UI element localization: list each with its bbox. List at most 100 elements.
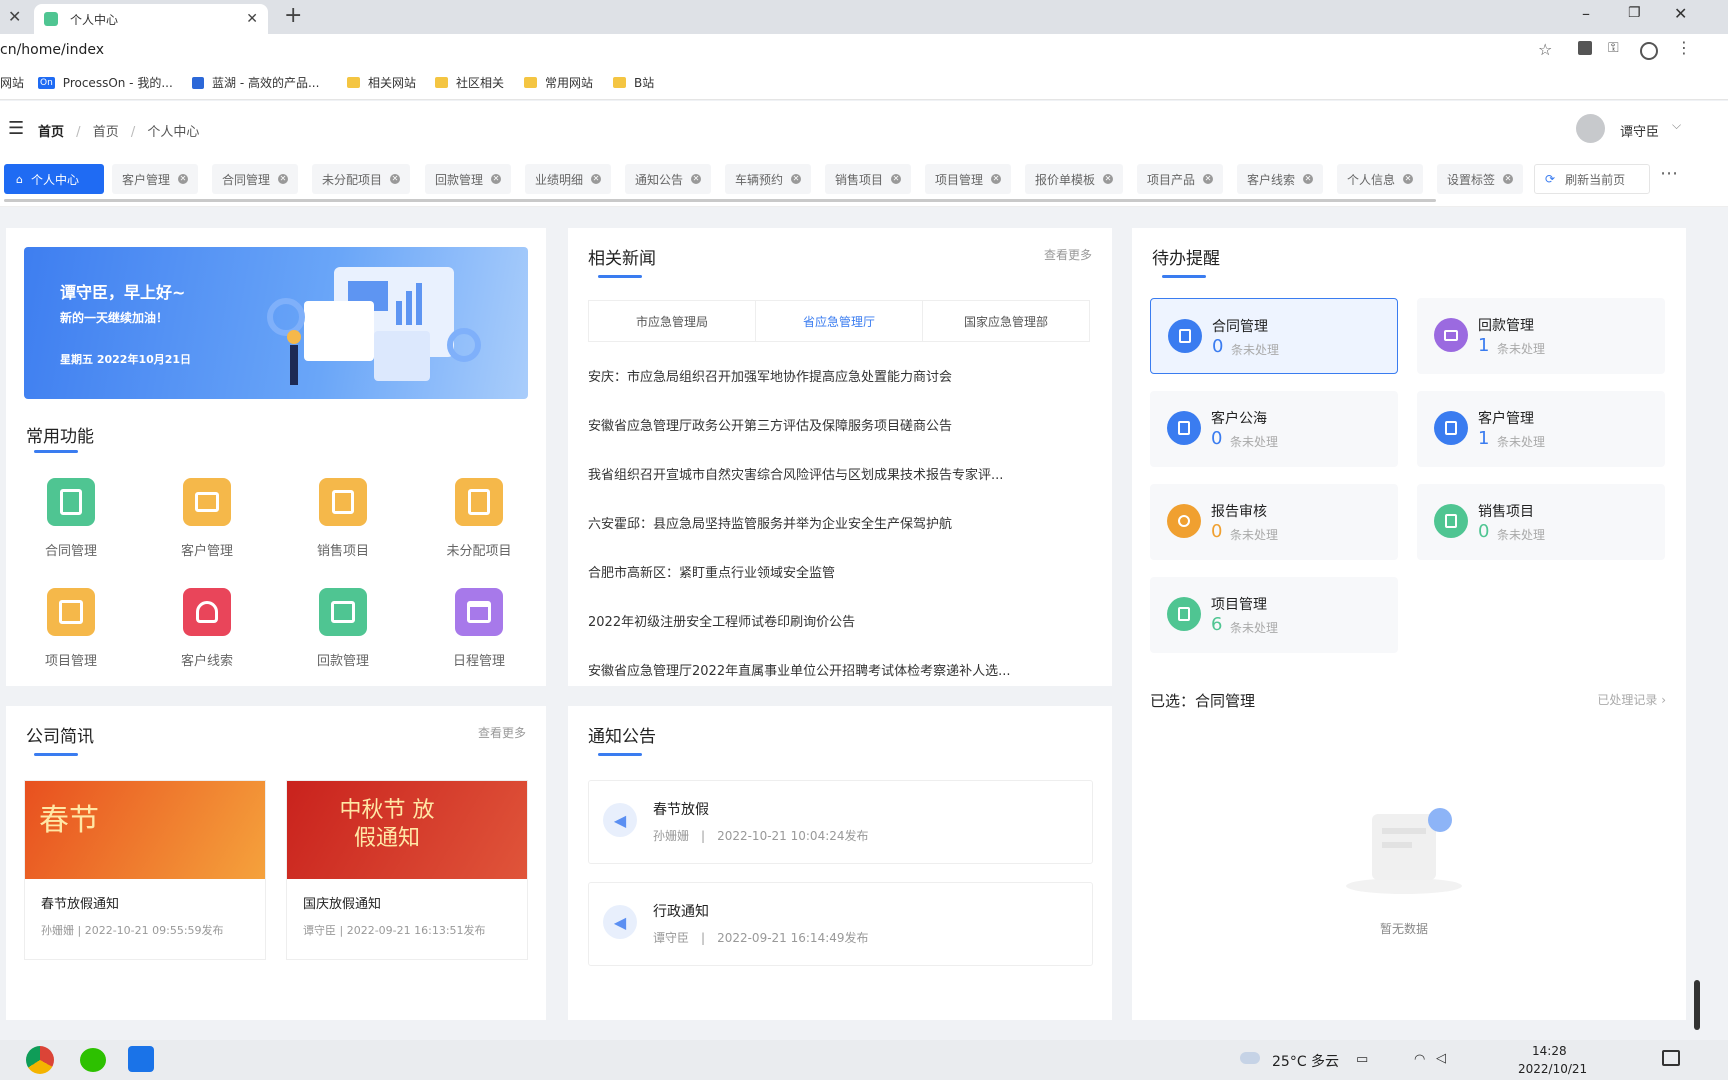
tab-close-icon[interactable]: ✕ — [246, 11, 258, 27]
history-link[interactable]: 已处理记录 › — [1597, 691, 1666, 708]
chevron-down-icon[interactable]: ⌵ — [1672, 118, 1681, 133]
news-more-link[interactable]: 查看更多 — [1044, 246, 1092, 263]
bookmark-item[interactable]: 常用网站 — [524, 74, 593, 91]
tag-item[interactable]: 报价单模板 ✕ — [1025, 164, 1124, 194]
todo-item-customer[interactable]: 客户管理 1 条未处理 — [1417, 391, 1665, 467]
notice-item[interactable]: ◀ 春节放假 孙姗姗 | 2022-10-21 10:04:24发布 — [588, 780, 1093, 864]
function-unassigned[interactable]: 未分配项目 — [424, 478, 534, 559]
news-tab-active[interactable]: 省应急管理厅 — [756, 301, 923, 341]
tag-item[interactable]: 客户线索 ✕ — [1237, 164, 1324, 194]
bookmark-item[interactable]: On ProcessOn - 我的... — [38, 74, 173, 91]
close-icon[interactable]: ✕ — [891, 174, 902, 184]
close-icon[interactable]: ✕ — [1103, 174, 1114, 184]
close-icon[interactable]: ✕ — [178, 174, 189, 184]
tag-item[interactable]: 设置标签 ✕ — [1437, 164, 1524, 194]
close-icon[interactable]: ✕ — [1203, 174, 1214, 184]
todo-item-sales[interactable]: 销售项目 0 条未处理 — [1417, 484, 1665, 560]
todo-item-contract[interactable]: 合同管理 0 条未处理 — [1150, 298, 1398, 374]
tag-item[interactable]: 车辆预约 ✕ — [725, 164, 812, 194]
close-icon[interactable]: ✕ — [8, 7, 21, 26]
news-item[interactable]: 我省组织召开宣城市自然灾害综合风险评估与区划成果技术报告专家评... — [588, 464, 1003, 483]
function-contract[interactable]: 合同管理 — [16, 478, 126, 559]
wechat-icon[interactable] — [80, 1048, 106, 1072]
close-icon[interactable]: ✕ — [278, 174, 289, 184]
bookmark-item[interactable]: 网站 — [0, 74, 24, 91]
company-more-link[interactable]: 查看更多 — [478, 724, 526, 741]
notification-icon[interactable] — [1662, 1050, 1680, 1066]
bookmark-item[interactable]: B站 — [613, 74, 654, 91]
tag-item[interactable]: 未分配项目 ✕ — [312, 164, 411, 194]
news-item[interactable]: 2022年初级注册安全工程师试卷印刷询价公告 — [588, 611, 855, 630]
tags-scrollbar[interactable] — [4, 199, 1436, 202]
news-item[interactable]: 六安霍邱：县应急局坚持监管服务并举为企业安全生产保驾护航 — [588, 513, 952, 532]
function-customer[interactable]: 客户管理 — [152, 478, 262, 559]
news-item[interactable]: 安徽省应急管理厅2022年直属事业单位公开招聘考试体检考察递补人选... — [588, 660, 1010, 679]
news-item[interactable]: 安徽省应急管理厅政务公开第三方评估及保障服务项目磋商公告 — [588, 415, 952, 434]
notice-item[interactable]: ◀ 行政通知 谭守臣 | 2022-09-21 16:14:49发布 — [588, 882, 1093, 966]
company-item[interactable]: 春节 春节放假通知 孙姗姗 | 2022-10-21 09:55:59发布 — [24, 780, 266, 960]
news-tab[interactable]: 市应急管理局 — [589, 301, 756, 341]
tag-item[interactable]: 业绩明细 ✕ — [525, 164, 612, 194]
function-sales[interactable]: 销售项目 — [288, 478, 398, 559]
close-icon[interactable]: ✕ — [591, 174, 602, 184]
browser-tab[interactable]: 个人中心 ✕ — [34, 4, 268, 34]
clock-time[interactable]: 14:28 — [1532, 1044, 1567, 1058]
tag-item[interactable]: 个人信息 ✕ — [1337, 164, 1424, 194]
hamburger-icon[interactable]: ☰ — [8, 118, 24, 139]
restore-icon[interactable]: ❐ — [1628, 5, 1641, 21]
tag-item[interactable]: 客户管理 ✕ — [112, 164, 199, 194]
menu-icon[interactable]: ⋮ — [1676, 38, 1692, 57]
close-icon[interactable]: ✕ — [1303, 174, 1314, 184]
close-icon[interactable]: ✕ — [691, 174, 702, 184]
news-tab[interactable]: 国家应急管理部 — [923, 301, 1089, 341]
more-icon[interactable]: ⋯ — [1660, 163, 1678, 184]
url-field[interactable]: cn/home/index — [0, 42, 104, 58]
close-icon[interactable]: ✕ — [390, 174, 401, 184]
breadcrumb-item[interactable]: 首页 — [93, 125, 119, 140]
app-icon[interactable] — [128, 1046, 154, 1072]
todo-item-report[interactable]: 报告审核 0 条未处理 — [1150, 484, 1398, 560]
company-item[interactable]: 中秋节 放假通知 国庆放假通知 谭守臣 | 2022-09-21 16:13:5… — [286, 780, 528, 960]
breadcrumb-item[interactable]: 首页 — [38, 125, 64, 140]
tag-item[interactable]: 销售项目 ✕ — [825, 164, 912, 194]
news-item[interactable]: 安庆：市应急局组织召开加强军地协作提高应急处置能力商讨会 — [588, 366, 952, 385]
todo-item-customer-pool[interactable]: 客户公海 0 条未处理 — [1150, 391, 1398, 467]
close-icon[interactable]: ✕ — [991, 174, 1002, 184]
minimize-icon[interactable]: – — [1582, 4, 1590, 23]
key-icon[interactable]: ⚿ — [1608, 40, 1619, 56]
function-project[interactable]: 项目管理 — [16, 588, 126, 669]
star-icon[interactable]: ☆ — [1538, 40, 1552, 59]
new-tab-icon[interactable]: + — [284, 3, 302, 28]
chrome-icon[interactable] — [26, 1046, 54, 1074]
close-icon[interactable]: ✕ — [791, 174, 802, 184]
tag-item[interactable]: 回款管理 ✕ — [425, 164, 512, 194]
close-icon[interactable]: ✕ — [1503, 174, 1514, 184]
battery-icon[interactable]: ▭ — [1356, 1052, 1368, 1067]
tag-item[interactable]: 项目管理 ✕ — [925, 164, 1012, 194]
tag-item[interactable]: 项目产品 ✕ — [1137, 164, 1224, 194]
bookmark-item[interactable]: 社区相关 — [435, 74, 504, 91]
profile-icon[interactable] — [1640, 42, 1658, 60]
bookmark-item[interactable]: 相关网站 — [347, 74, 416, 91]
function-payment[interactable]: 回款管理 — [288, 588, 398, 669]
window-close-icon[interactable]: ✕ — [1674, 4, 1687, 23]
weather-text[interactable]: 25°C 多云 — [1272, 1051, 1339, 1071]
wifi-icon[interactable]: ◠ — [1414, 1052, 1425, 1067]
avatar[interactable] — [1576, 114, 1605, 143]
extensions-icon[interactable] — [1578, 41, 1592, 55]
tag-item[interactable]: 合同管理 ✕ — [212, 164, 299, 194]
function-leads[interactable]: 客户线索 — [152, 588, 262, 669]
tag-item[interactable]: 通知公告 ✕ — [625, 164, 712, 194]
bookmark-item[interactable]: 蓝湖 - 高效的产品... — [192, 74, 319, 91]
todo-item-project[interactable]: 项目管理 6 条未处理 — [1150, 577, 1398, 653]
volume-icon[interactable]: ◁ — [1436, 1051, 1446, 1066]
todo-item-payment[interactable]: 回款管理 1 条未处理 — [1417, 298, 1665, 374]
close-icon[interactable]: ✕ — [1403, 174, 1414, 184]
page-scrollbar[interactable] — [1694, 980, 1700, 1030]
refresh-button[interactable]: ⟳ 刷新当前页 — [1534, 164, 1650, 194]
user-name[interactable]: 谭守臣 — [1620, 121, 1659, 140]
close-icon[interactable]: ✕ — [491, 174, 502, 184]
news-item[interactable]: 合肥市高新区：紧盯重点行业领域安全监管 — [588, 562, 835, 581]
tag-personal-center[interactable]: ⌂ 个人中心 — [4, 164, 104, 194]
function-schedule[interactable]: 日程管理 — [424, 588, 534, 669]
